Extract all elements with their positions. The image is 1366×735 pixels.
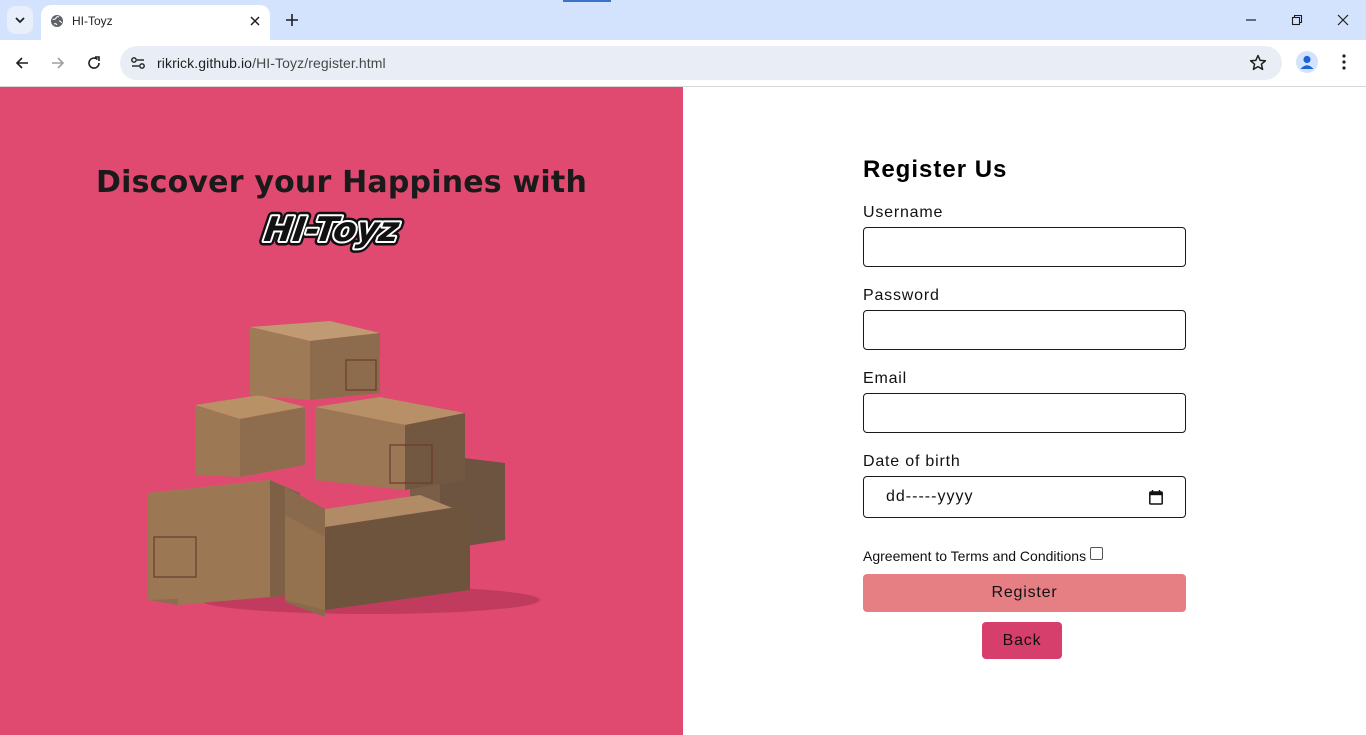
username-label: Username	[863, 204, 944, 221]
person-icon	[1300, 55, 1314, 69]
browser-menu-button[interactable]	[1334, 52, 1354, 72]
email-label: Email	[863, 370, 908, 387]
form-title: Register Us	[863, 156, 1008, 183]
address-bar[interactable]: rikrick.github.io/HI-Toyz/register.html	[120, 46, 1282, 80]
minimize-icon	[1246, 19, 1256, 21]
brand-logo: HI-Toyz HI-Toyz HI-Toyz	[257, 206, 405, 255]
tab-search-button[interactable]	[7, 6, 33, 34]
close-icon	[1337, 14, 1349, 26]
register-button[interactable]: Register	[863, 574, 1186, 612]
url-text: rikrick.github.io/HI-Toyz/register.html	[157, 55, 386, 71]
arrow-right-icon	[52, 57, 65, 69]
browser-tab[interactable]: HI-Toyz	[41, 5, 270, 40]
username-input[interactable]	[863, 227, 1186, 267]
tab-title: HI-Toyz	[72, 14, 113, 28]
profile-avatar[interactable]	[1296, 51, 1318, 73]
chevron-down-icon	[15, 17, 25, 24]
reload-icon	[88, 56, 100, 69]
restore-icon	[1291, 14, 1303, 26]
hero-heading: Discover your Happines with	[95, 165, 588, 200]
agreement-row: Agreement to Terms and Conditions	[863, 546, 1104, 564]
site-settings-icon[interactable]	[129, 54, 147, 72]
star-icon[interactable]	[1248, 53, 1268, 73]
dob-placeholder: dd-----yyyy	[886, 488, 974, 505]
password-input[interactable]	[863, 310, 1186, 350]
tab-indicator	[563, 0, 611, 2]
tab-strip: HI-Toyz	[0, 0, 1366, 40]
email-input[interactable]	[863, 393, 1186, 433]
url-path: /HI-Toyz/register.html	[252, 55, 386, 71]
agreement-checkbox[interactable]	[1090, 546, 1104, 560]
password-label: Password	[863, 287, 940, 304]
calendar-icon[interactable]	[1149, 489, 1163, 505]
more-vertical-icon	[1342, 54, 1346, 70]
dob-label: Date of birth	[863, 453, 961, 470]
minimize-button[interactable]	[1241, 10, 1261, 30]
plus-icon	[286, 14, 298, 26]
browser-toolbar: rikrick.github.io/HI-Toyz/register.html	[0, 40, 1366, 87]
cardboard-boxes-illustration	[148, 321, 540, 617]
globe-icon	[51, 15, 63, 27]
forward-nav-button[interactable]	[47, 52, 69, 74]
hero-panel: Discover your Happines with HI-Toyz HI-T…	[0, 87, 683, 735]
restore-button[interactable]	[1287, 10, 1307, 30]
tab-close-button[interactable]	[247, 13, 263, 29]
dob-input[interactable]: dd-----yyyy	[863, 476, 1186, 518]
arrow-left-icon	[15, 57, 28, 69]
window-close-button[interactable]	[1333, 10, 1353, 30]
close-icon	[250, 16, 260, 26]
back-button[interactable]: Back	[982, 622, 1062, 659]
reload-button[interactable]	[83, 52, 105, 74]
svg-text:HI-Toyz: HI-Toyz	[262, 210, 403, 250]
new-tab-button[interactable]	[282, 10, 302, 30]
agreement-label: Agreement to Terms and Conditions	[863, 548, 1087, 564]
url-host: rikrick.github.io	[157, 55, 253, 71]
back-nav-button[interactable]	[11, 52, 33, 74]
